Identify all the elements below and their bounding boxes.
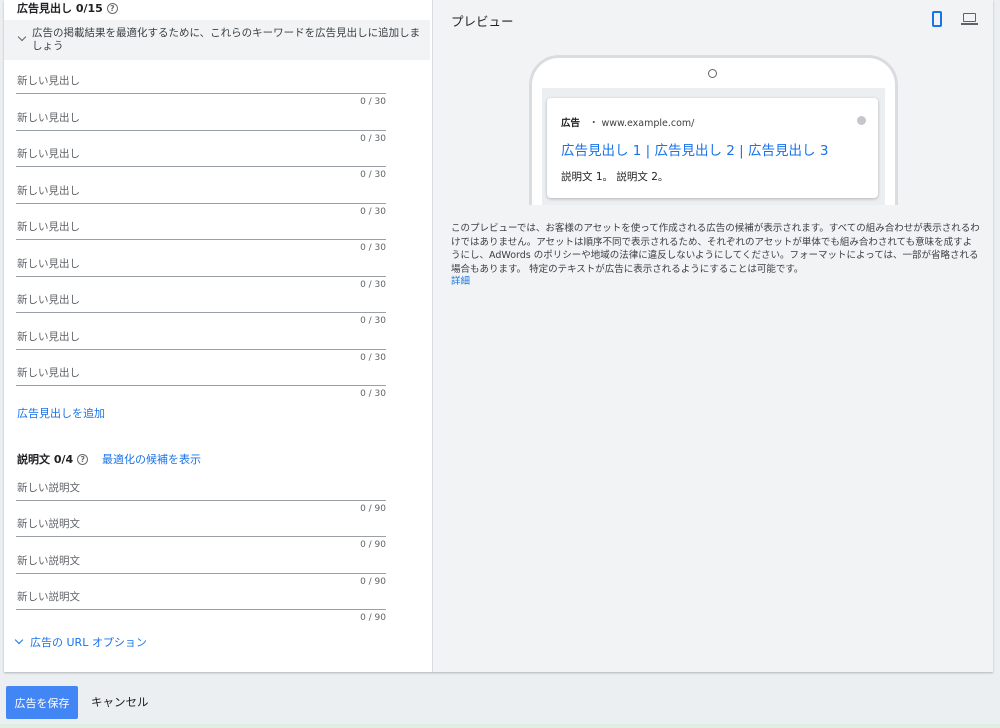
asset-input-panel: 広告見出し 0/15 ? 広告の掲載結果を最適化するために、これらのキーワードを… — [4, 0, 432, 672]
preview-panel: プレビュー 広告 ・ www.example.com/ 広告見出し 1 | 広告… — [433, 0, 993, 672]
preview-title: プレビュー — [451, 14, 514, 29]
phone-mockup: 広告 ・ www.example.com/ 広告見出し 1 | 広告見出し 2 … — [529, 55, 898, 205]
laptop-base — [961, 23, 978, 25]
field-underline — [16, 385, 386, 386]
character-counter: 0 / 30 — [360, 207, 386, 217]
show-suggestions-link[interactable]: 最適化の候補を表示 — [102, 451, 201, 467]
headline-placeholder: 新しい見出し — [17, 221, 80, 233]
description-placeholder: 新しい説明文 — [17, 518, 80, 530]
description-field[interactable]: 新しい説明文 0 / 90 — [16, 480, 386, 516]
headline-field[interactable]: 新しい見出し 0 / 30 — [16, 183, 386, 219]
description-placeholder: 新しい説明文 — [17, 555, 80, 567]
headline-placeholder: 新しい見出し — [17, 294, 80, 306]
description-field[interactable]: 新しい説明文 0 / 90 — [16, 553, 386, 589]
headlines-section-title: 広告見出し 0/15 ? — [17, 0, 118, 16]
description-placeholder: 新しい説明文 — [17, 591, 80, 603]
field-underline — [16, 239, 386, 240]
character-counter: 0 / 90 — [360, 577, 386, 587]
field-underline — [16, 130, 386, 131]
chevron-down-icon — [14, 635, 24, 645]
ad-headline: 広告見出し 1 | 広告見出し 2 | 広告見出し 3 — [561, 143, 829, 159]
field-underline — [16, 500, 386, 501]
headline-placeholder: 新しい見出し — [17, 258, 80, 270]
headline-field[interactable]: 新しい見出し 0 / 30 — [16, 146, 386, 182]
field-underline — [16, 349, 386, 350]
field-underline — [16, 312, 386, 313]
character-counter: 0 / 30 — [360, 316, 386, 326]
chevron-down-icon — [17, 32, 27, 42]
url-options-label: 広告の URL オプション — [30, 636, 147, 649]
field-underline — [16, 573, 386, 574]
ad-display-url: ・ www.example.com/ — [589, 118, 695, 129]
headline-placeholder: 新しい見出し — [17, 331, 80, 343]
character-counter: 0 / 30 — [360, 280, 386, 290]
field-underline — [16, 203, 386, 204]
mobile-device-icon[interactable] — [932, 11, 942, 27]
headline-field[interactable]: 新しい見出し 0 / 30 — [16, 110, 386, 146]
field-underline — [16, 609, 386, 610]
headline-field[interactable]: 新しい見出し 0 / 30 — [16, 219, 386, 255]
description-field[interactable]: 新しい説明文 0 / 90 — [16, 589, 386, 625]
ad-preview-card: 広告 ・ www.example.com/ 広告見出し 1 | 広告見出し 2 … — [547, 98, 878, 198]
phone-camera — [708, 69, 717, 78]
bottom-strip — [0, 724, 1000, 728]
ad-editor-card: 広告見出し 0/15 ? 広告の掲載結果を最適化するために、これらのキーワードを… — [4, 0, 993, 672]
headline-placeholder: 新しい見出し — [17, 185, 80, 197]
headline-field[interactable]: 新しい見出し 0 / 30 — [16, 329, 386, 365]
headline-placeholder: 新しい見出し — [17, 75, 80, 87]
field-underline — [16, 93, 386, 94]
headline-placeholder: 新しい見出し — [17, 148, 80, 160]
ad-badge: 広告 — [561, 118, 581, 129]
info-dot-icon — [857, 116, 866, 125]
character-counter: 0 / 90 — [360, 504, 386, 514]
headline-field[interactable]: 新しい見出し 0 / 30 — [16, 73, 386, 109]
laptop-screen — [963, 13, 976, 22]
character-counter: 0 / 30 — [360, 243, 386, 253]
help-icon[interactable]: ? — [106, 2, 118, 14]
character-counter: 0 / 90 — [360, 613, 386, 623]
keyword-suggestion-text: 広告の掲載結果を最適化するために、これらのキーワードを広告見出しに追加しましょう — [32, 27, 421, 52]
headlines-title-text: 広告見出し 0/15 — [17, 2, 103, 15]
add-headline-link[interactable]: 広告見出しを追加 — [17, 405, 105, 421]
phone-screen: 広告 ・ www.example.com/ 広告見出し 1 | 広告見出し 2 … — [542, 88, 885, 205]
preview-note: このプレビューでは、お客様のアセットを使って作成される広告の候補が表示されます。… — [451, 223, 980, 275]
character-counter: 0 / 30 — [360, 134, 386, 144]
url-options-toggle[interactable]: 広告の URL オプション — [14, 634, 147, 650]
description-placeholder: 新しい説明文 — [17, 482, 80, 494]
character-counter: 0 / 30 — [360, 353, 386, 363]
headline-placeholder: 新しい見出し — [17, 112, 80, 124]
field-underline — [16, 166, 386, 167]
description-field[interactable]: 新しい説明文 0 / 90 — [16, 516, 386, 552]
learn-more-link[interactable]: 詳細 — [451, 273, 470, 287]
character-counter: 0 / 30 — [360, 170, 386, 180]
character-counter: 0 / 90 — [360, 540, 386, 550]
desktop-laptop-icon[interactable] — [961, 13, 978, 25]
headline-field[interactable]: 新しい見出し 0 / 30 — [16, 256, 386, 292]
ad-description: 説明文 1。 説明文 2。 — [561, 171, 669, 183]
cancel-button[interactable]: キャンセル — [91, 694, 149, 710]
help-icon[interactable]: ? — [77, 453, 89, 465]
character-counter: 0 / 30 — [360, 97, 386, 107]
field-underline — [16, 536, 386, 537]
headline-placeholder: 新しい見出し — [17, 367, 80, 379]
keyword-suggestion-banner[interactable]: 広告の掲載結果を最適化するために、これらのキーワードを広告見出しに追加しましょう — [4, 20, 430, 60]
descriptions-section-title: 説明文 0/4 ? — [17, 451, 89, 467]
character-counter: 0 / 30 — [360, 389, 386, 399]
field-underline — [16, 276, 386, 277]
save-ad-button[interactable]: 広告を保存 — [6, 686, 78, 719]
ad-editor-app: 広告見出し 0/15 ? 広告の掲載結果を最適化するために、これらのキーワードを… — [0, 0, 1000, 728]
headline-field[interactable]: 新しい見出し 0 / 30 — [16, 365, 386, 401]
descriptions-title-text: 説明文 0/4 — [17, 453, 74, 466]
headline-field[interactable]: 新しい見出し 0 / 30 — [16, 292, 386, 328]
